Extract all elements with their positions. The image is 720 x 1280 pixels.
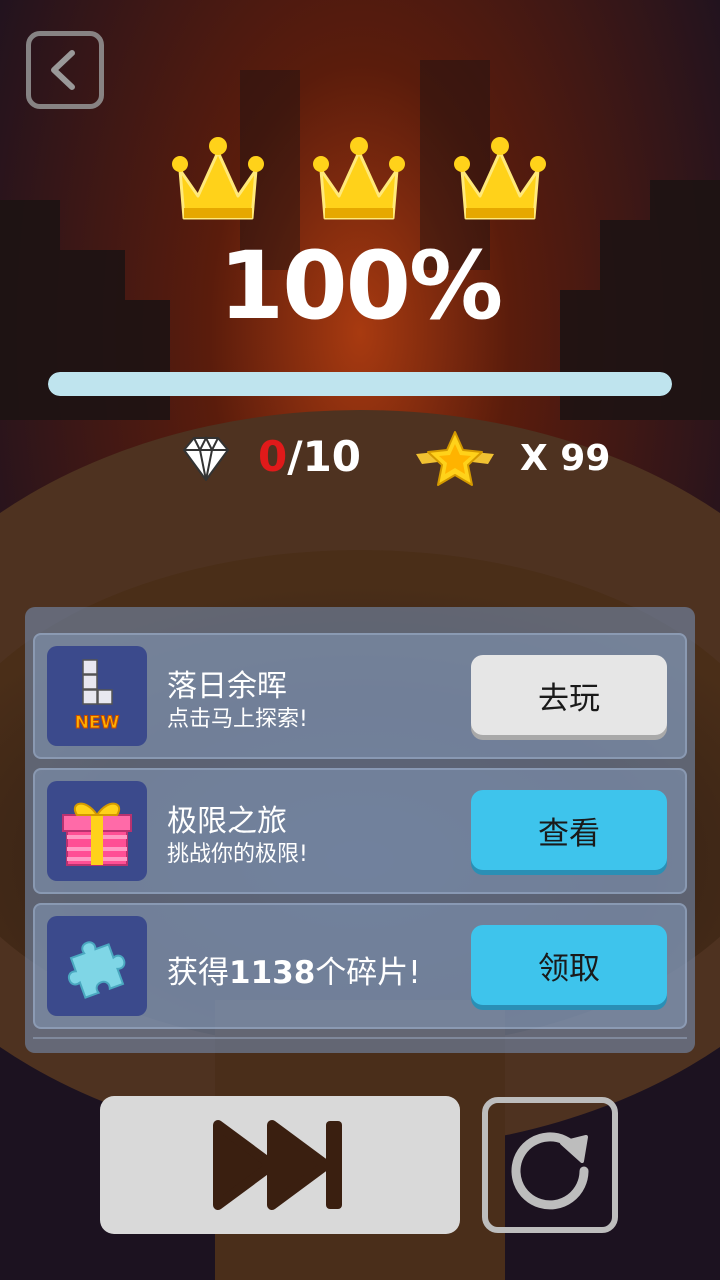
progress-fill (48, 372, 672, 396)
offer-row-challenge: 极限之旅 挑战你的极限! 查看 (33, 768, 687, 894)
diamond-icon (183, 435, 229, 481)
fragment-count: 1138 (229, 955, 316, 991)
winged-star-icon (416, 431, 494, 486)
chevron-left-icon (51, 50, 75, 90)
panel-divider (33, 1037, 687, 1049)
gift-icon (47, 781, 147, 881)
offer-row-new-level: NEW 落日余晖 点击马上探索! 去玩 (33, 633, 687, 759)
new-badge: NEW (75, 713, 120, 733)
offer-subtitle: 点击马上探索! (167, 707, 308, 732)
puzzle-piece-icon (47, 916, 147, 1016)
new-level-icon: NEW (47, 646, 147, 746)
restart-button[interactable] (482, 1097, 618, 1233)
offers-panel: NEW 落日余晖 点击马上探索! 去玩 极限之旅 挑战你的极限! 查看 获得11… (25, 607, 695, 1053)
gem-total: /10 (287, 432, 362, 481)
gem-counter: 0/10 (258, 432, 361, 481)
restart-icon (511, 1132, 589, 1210)
crown-icon (172, 137, 264, 220)
offer-title: 获得1138个碎片! (167, 947, 421, 992)
back-button[interactable] (26, 31, 104, 109)
fragment-prefix: 获得 (167, 955, 229, 991)
fast-forward-icon (213, 1120, 342, 1210)
skip-level-button[interactable] (100, 1096, 460, 1234)
crown-rating (0, 130, 720, 230)
crown-icon (313, 137, 405, 220)
view-button[interactable]: 查看 (471, 790, 667, 870)
completion-percent: 100% (218, 232, 503, 341)
stats-row: 0/10 X 99 (0, 430, 720, 490)
crown-icon (454, 137, 546, 220)
go-play-button[interactable]: 去玩 (471, 655, 667, 735)
gem-current: 0 (258, 432, 288, 481)
offer-subtitle: 挑战你的极限! (167, 842, 308, 867)
offer-row-fragments: 获得1138个碎片! 领取 (33, 903, 687, 1029)
claim-button[interactable]: 领取 (471, 925, 667, 1005)
star-counter: X 99 (520, 438, 611, 479)
progress-bar (48, 372, 672, 396)
offer-title: 落日余晖 (167, 669, 287, 704)
offer-title: 极限之旅 (167, 804, 287, 839)
fragment-suffix: 个碎片! (315, 955, 421, 991)
